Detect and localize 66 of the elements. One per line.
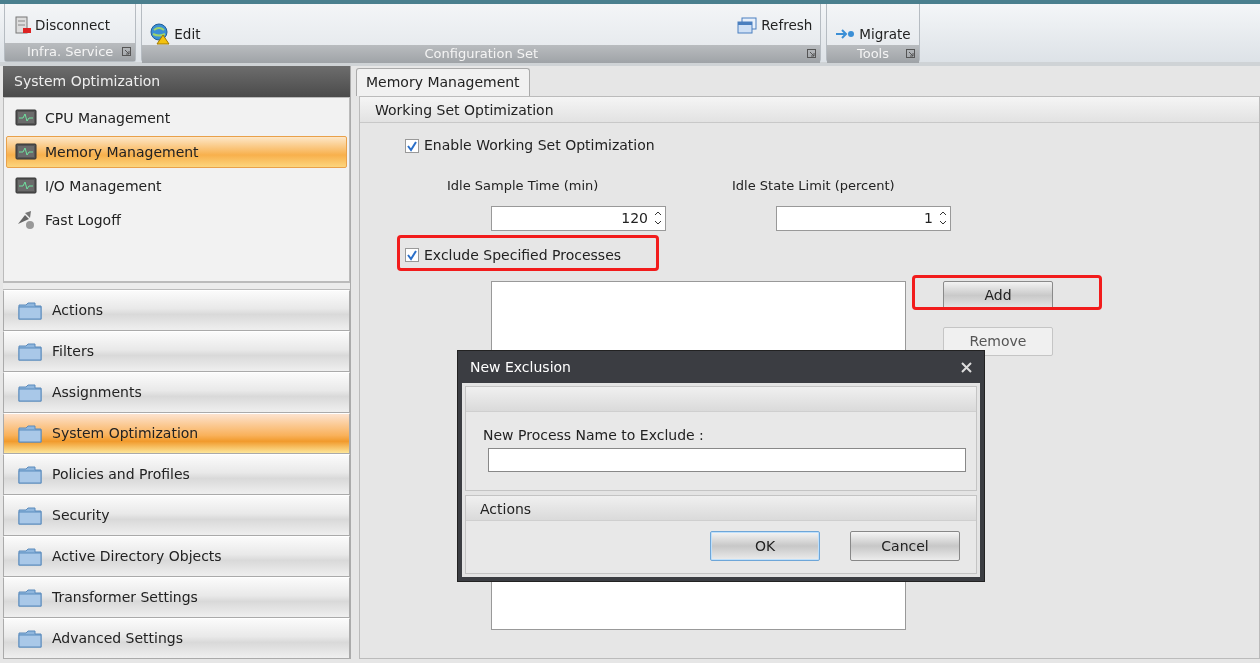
navigation-button[interactable]: System Optimization <box>3 413 350 454</box>
dialog-button[interactable]: OK <box>710 531 820 561</box>
text-field[interactable] <box>488 448 966 472</box>
ribbon-button[interactable]: Refresh <box>735 14 815 36</box>
field-label: Idle Sample Time (min) <box>447 177 600 195</box>
folder-icon <box>18 383 42 402</box>
checkbox-label: Exclude Specified Processes <box>424 245 622 265</box>
globe-warning-icon <box>150 23 171 45</box>
navigation-button[interactable]: Transformer Settings <box>3 577 350 618</box>
launcher-icon[interactable] <box>905 49 915 58</box>
task-item[interactable]: I/O Management <box>6 170 347 203</box>
dialog-title: New Exclusion <box>470 357 571 377</box>
navigation-button[interactable]: Filters <box>3 331 350 372</box>
section-header: Working Set Optimization <box>360 97 1259 123</box>
check-icon <box>406 139 418 152</box>
group-label: Configuration Set <box>424 45 539 64</box>
check-icon <box>406 249 418 261</box>
monitor-icon <box>15 177 37 196</box>
folder-icon <box>18 465 42 484</box>
group-header: Actions <box>466 496 976 521</box>
checkbox-label: Enable Working Set Optimization <box>424 136 655 155</box>
navigation-button[interactable]: Advanced Settings <box>3 618 350 659</box>
folder-icon <box>18 506 42 525</box>
ribbon-button[interactable]: Migrate <box>833 23 913 45</box>
task-item[interactable]: Fast Logoff <box>6 204 347 237</box>
group-label: Tools <box>856 45 889 64</box>
field-label: Idle State Limit (percent) <box>732 177 896 195</box>
spinner-value: 1 <box>924 208 933 228</box>
launcher-icon[interactable] <box>122 47 132 56</box>
navigation-button[interactable]: Security <box>3 495 350 536</box>
group-label: Infra. Service <box>27 43 114 62</box>
splitter-handle[interactable] <box>3 282 350 290</box>
action-button[interactable]: Add <box>943 280 1053 310</box>
field-label: New Process Name to Exclude : <box>483 426 704 445</box>
number-spinner[interactable]: 1 <box>776 205 951 231</box>
spinner-arrows-icon <box>939 211 947 225</box>
folder-icon <box>18 588 42 607</box>
navigation-button[interactable]: Policies and Profiles <box>3 454 350 495</box>
folder-icon <box>18 424 42 443</box>
folder-icon <box>18 629 42 648</box>
launcher-icon[interactable] <box>807 49 817 58</box>
tab[interactable]: Memory Management <box>356 68 530 96</box>
number-spinner[interactable]: 120 <box>491 205 666 231</box>
ribbon-button[interactable]: Edit <box>148 23 203 45</box>
task-item[interactable]: CPU Management <box>6 102 347 135</box>
spinner-arrows-icon <box>654 211 662 225</box>
monitor-icon <box>15 143 37 162</box>
navigation-button[interactable]: Actions <box>3 290 350 331</box>
server-icon <box>13 16 31 34</box>
folder-icon <box>18 342 42 361</box>
navigation-button[interactable]: Assignments <box>3 372 350 413</box>
task-item[interactable]: Memory Management <box>6 136 347 169</box>
arrow-icon <box>835 27 856 41</box>
folder-icon <box>18 547 42 566</box>
spinner-value: 120 <box>621 208 648 228</box>
ribbon-button[interactable]: Disconnect <box>11 14 112 36</box>
close-icon[interactable] <box>961 361 972 373</box>
dialog-button[interactable]: Cancel <box>850 531 960 561</box>
windows-icon <box>737 16 758 34</box>
checkbox[interactable] <box>405 138 419 153</box>
navigation-button[interactable]: Active Directory Objects <box>3 536 350 577</box>
checkbox[interactable] <box>405 248 419 262</box>
panel-header: System Optimization <box>3 66 350 98</box>
folder-icon <box>18 301 42 320</box>
plug-icon <box>15 210 37 231</box>
monitor-icon <box>15 109 37 128</box>
